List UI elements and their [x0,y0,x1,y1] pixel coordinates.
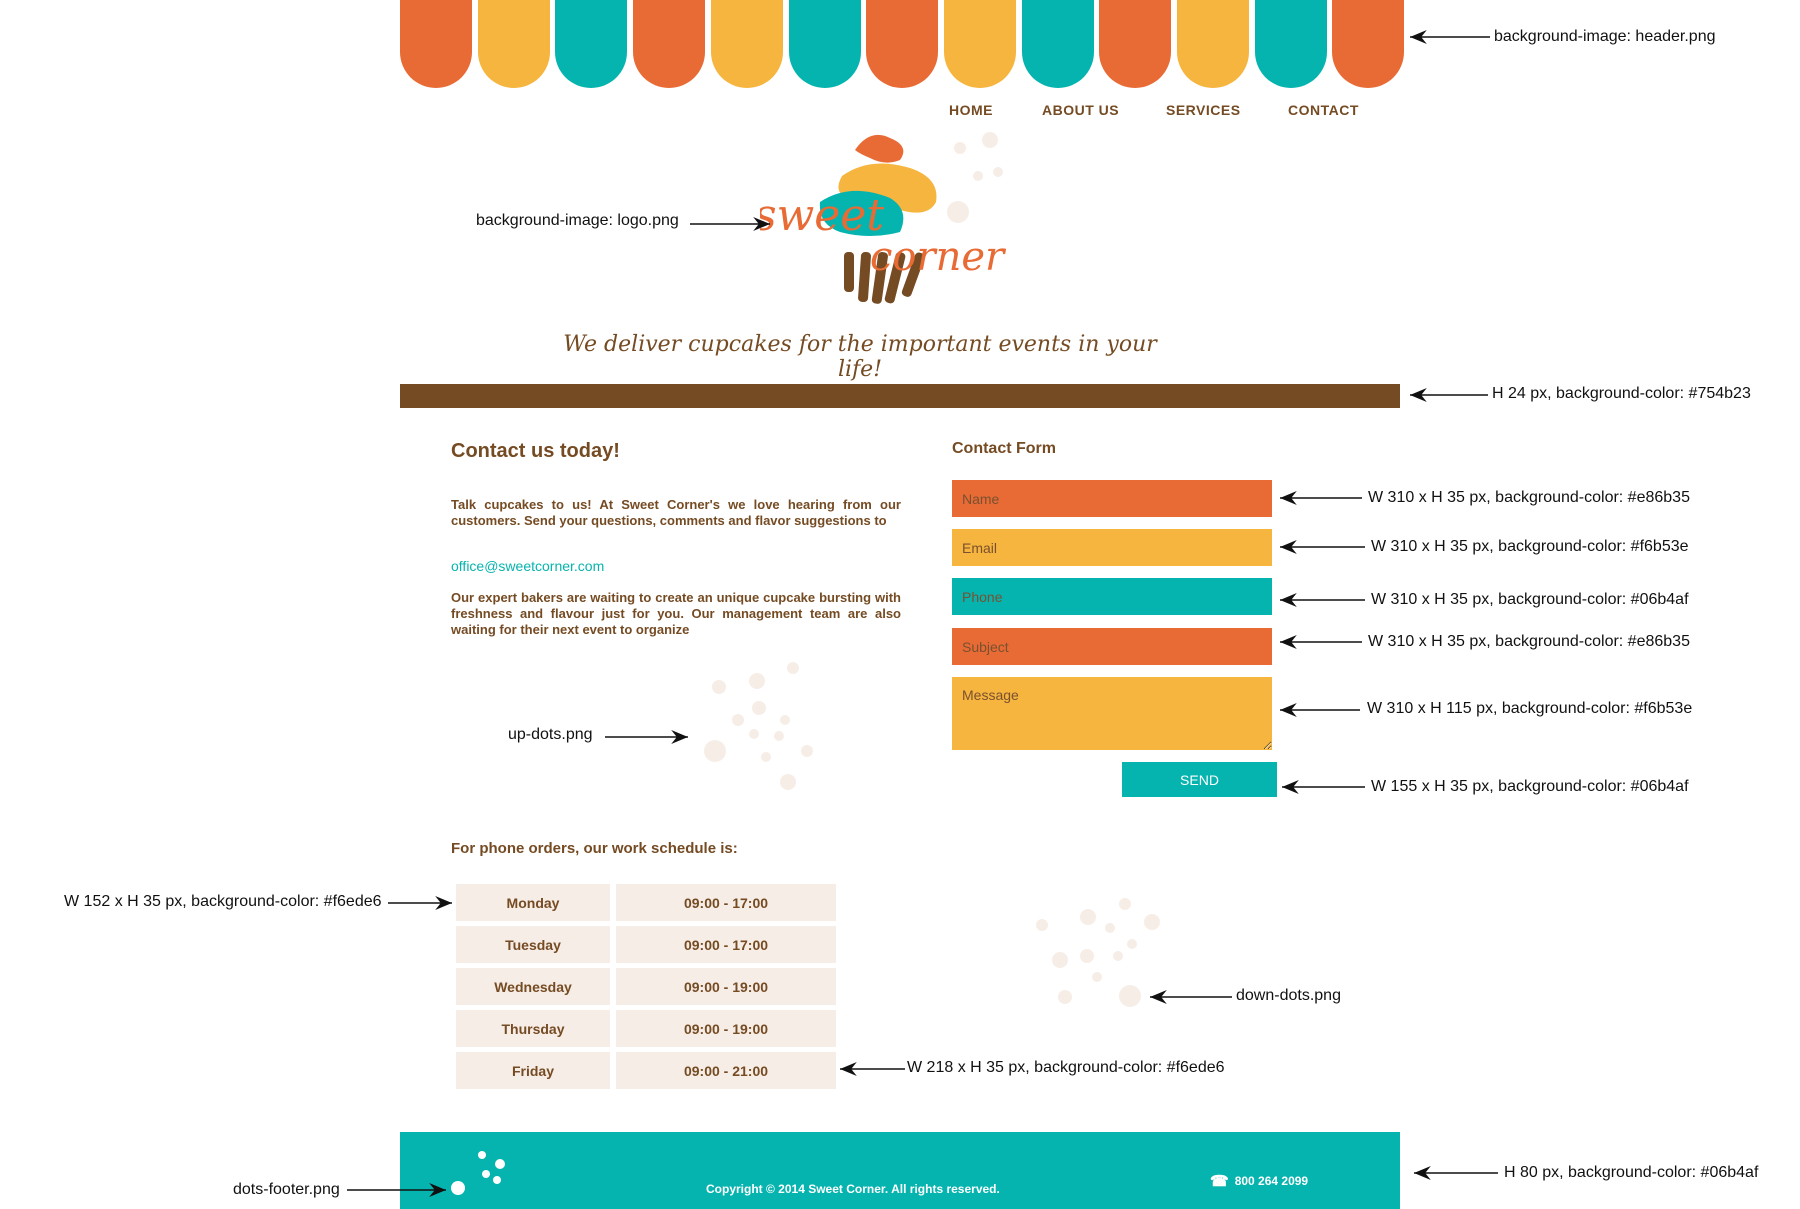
annotation-arrows [347,30,1498,1197]
